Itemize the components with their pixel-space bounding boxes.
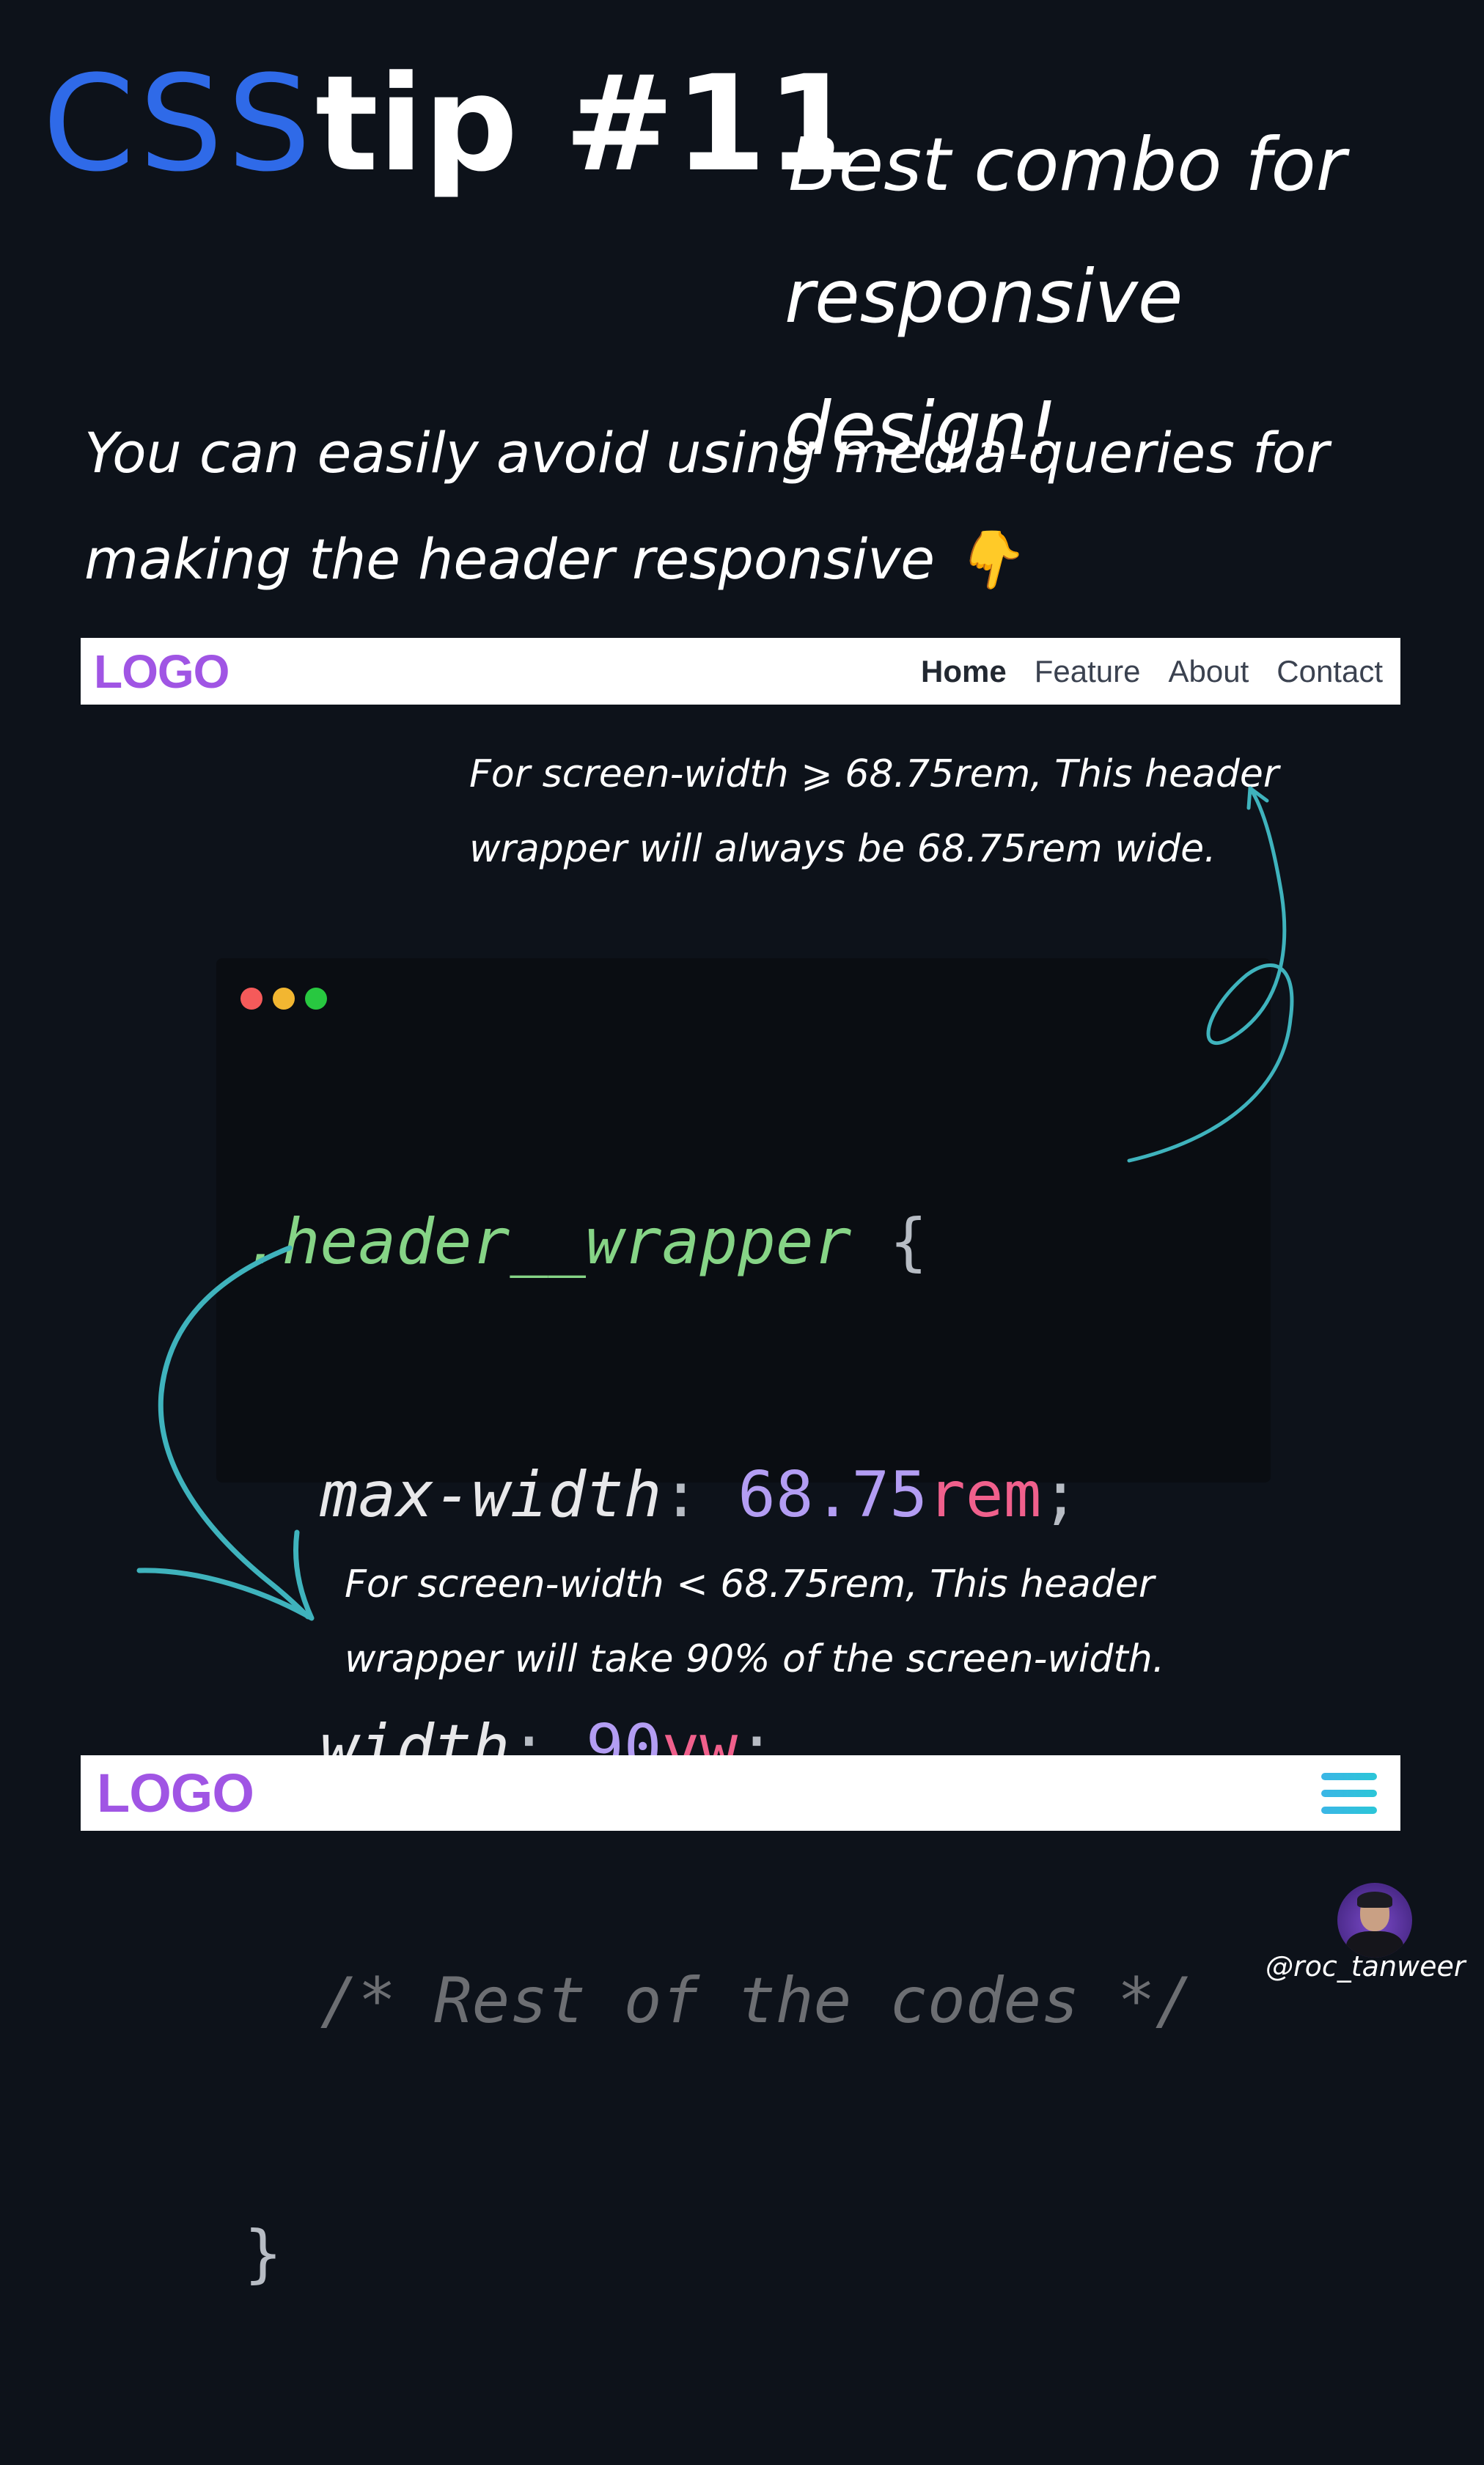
title-css-word: CSS [43,48,316,201]
code-open-brace: { [889,1205,928,1279]
maximize-dot-icon [305,988,327,1010]
minimize-dot-icon [273,988,295,1010]
css-code: .header__wrapper { max-width: 68.75rem; … [244,1032,1193,2465]
code-comment: /* Rest of the codes */ [320,1964,1194,2038]
note-wide-line-2: wrapper will always be 68.75rem wide. [469,827,1216,871]
mobile-logo[interactable]: LOGO [97,1762,254,1824]
nav-item-feature[interactable]: Feature [1035,654,1141,689]
desktop-header-example: LOGO Home Feature About Contact [81,638,1400,705]
nav-item-about[interactable]: About [1168,654,1249,689]
code-prop-max-width: max-width [320,1458,662,1532]
nav-item-home[interactable]: Home [921,654,1007,689]
window-controls [240,988,327,1010]
intro-line-1: You can easily avoid using media-queries… [84,420,1329,485]
code-line-max-width: max-width: 68.75rem; [320,1458,1080,1532]
desktop-logo[interactable]: LOGO [94,644,229,699]
note-wide-screen: For screen-width ⩾ 68.75rem, This header… [469,737,1279,886]
hamburger-menu-icon[interactable] [1321,1772,1377,1814]
subtitle-line-1: Best combo for [788,122,1346,207]
note-narrow-line-1: For screen-width < 68.75rem, This header [345,1562,1155,1606]
intro-text: You can easily avoid using media-queries… [84,400,1419,612]
author-avatar[interactable] [1337,1883,1412,1958]
code-val-max-width-num: 68.75 [738,1458,928,1532]
note-narrow-screen: For screen-width < 68.75rem, This header… [345,1547,1164,1697]
nav-item-contact[interactable]: Contact [1277,654,1383,689]
code-line-comment: /* Rest of the codes */ [244,1959,1194,2043]
code-val-max-width-unit: rem [928,1458,1042,1532]
code-selector: .header__wrapper [244,1205,852,1279]
intro-line-2: making the header responsive 👇 [84,526,1022,592]
code-line-selector: .header__wrapper { [244,1200,1193,1285]
desktop-nav: Home Feature About Contact [921,654,1383,689]
title-tip-number: tip #11 [315,48,859,201]
code-line-close: } [244,2212,1193,2296]
code-close-brace: } [244,2217,282,2290]
code-snippet-card: .header__wrapper { max-width: 68.75rem; … [216,958,1271,2290]
close-dot-icon [240,988,262,1010]
note-wide-line-1: For screen-width ⩾ 68.75rem, This header [469,752,1279,796]
author-handle[interactable]: @roc_tanweer [1266,1950,1466,1983]
mobile-header-example: LOGO [81,1755,1400,1831]
note-narrow-line-2: wrapper will take 90% of the screen-widt… [345,1637,1165,1681]
